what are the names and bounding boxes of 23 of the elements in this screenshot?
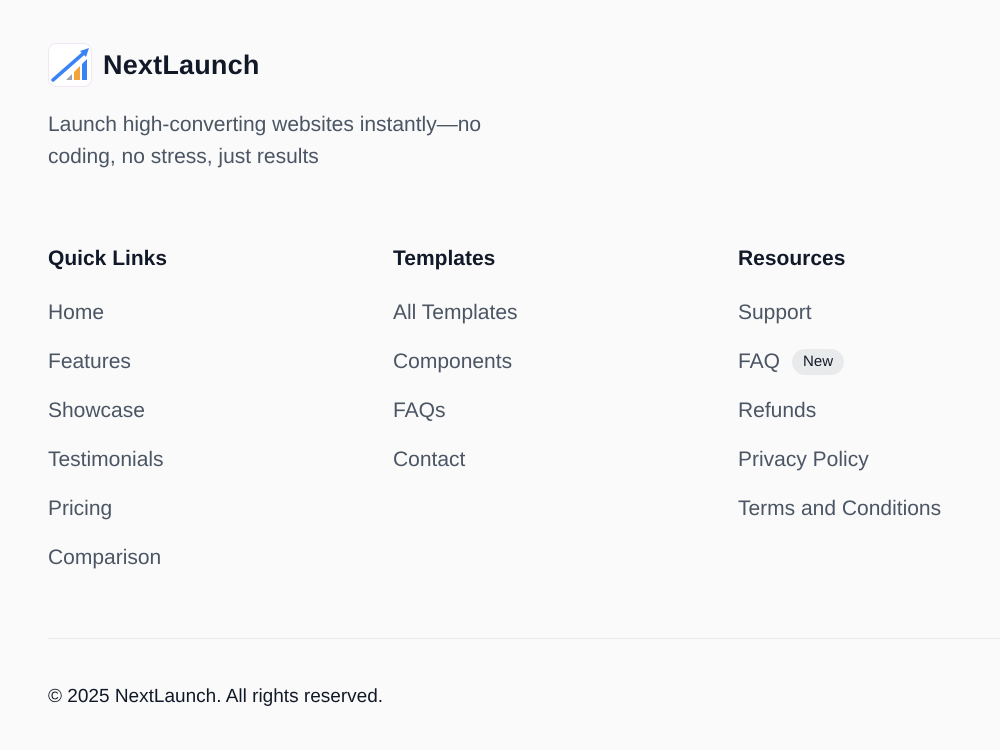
new-badge: New bbox=[792, 349, 844, 375]
copyright-text: © 2025 NextLaunch. All rights reserved. bbox=[48, 685, 384, 709]
tagline: Launch high-converting websites instantly—no coding, no stress, just results bbox=[48, 112, 482, 170]
footer-link[interactable]: Showcase bbox=[48, 397, 145, 425]
footer-link[interactable]: All Templates bbox=[393, 299, 518, 327]
footer-link[interactable]: Components bbox=[393, 348, 512, 376]
footer-link[interactable]: FAQ bbox=[738, 348, 780, 376]
column-heading: Templates bbox=[393, 246, 496, 272]
brand-name: NextLaunch bbox=[103, 50, 260, 80]
footer-link[interactable]: Testimonials bbox=[48, 446, 164, 474]
footer-link[interactable]: Support bbox=[738, 299, 812, 327]
column-heading: Resources bbox=[738, 246, 846, 272]
footer-link[interactable]: Features bbox=[48, 348, 131, 376]
footer-link[interactable]: Terms and Conditions bbox=[738, 495, 942, 523]
footer-link[interactable]: FAQs bbox=[393, 397, 446, 425]
footer-link[interactable]: Home bbox=[48, 299, 104, 327]
footer-link[interactable]: Comparison bbox=[48, 544, 162, 572]
column-heading: Quick Links bbox=[48, 246, 168, 272]
footer-link[interactable]: Pricing bbox=[48, 495, 112, 523]
footer-link[interactable]: Privacy Policy bbox=[738, 446, 869, 474]
footer-link[interactable]: Contact bbox=[393, 446, 466, 474]
footer-link[interactable]: Refunds bbox=[738, 397, 816, 425]
logo-icon bbox=[48, 43, 92, 87]
